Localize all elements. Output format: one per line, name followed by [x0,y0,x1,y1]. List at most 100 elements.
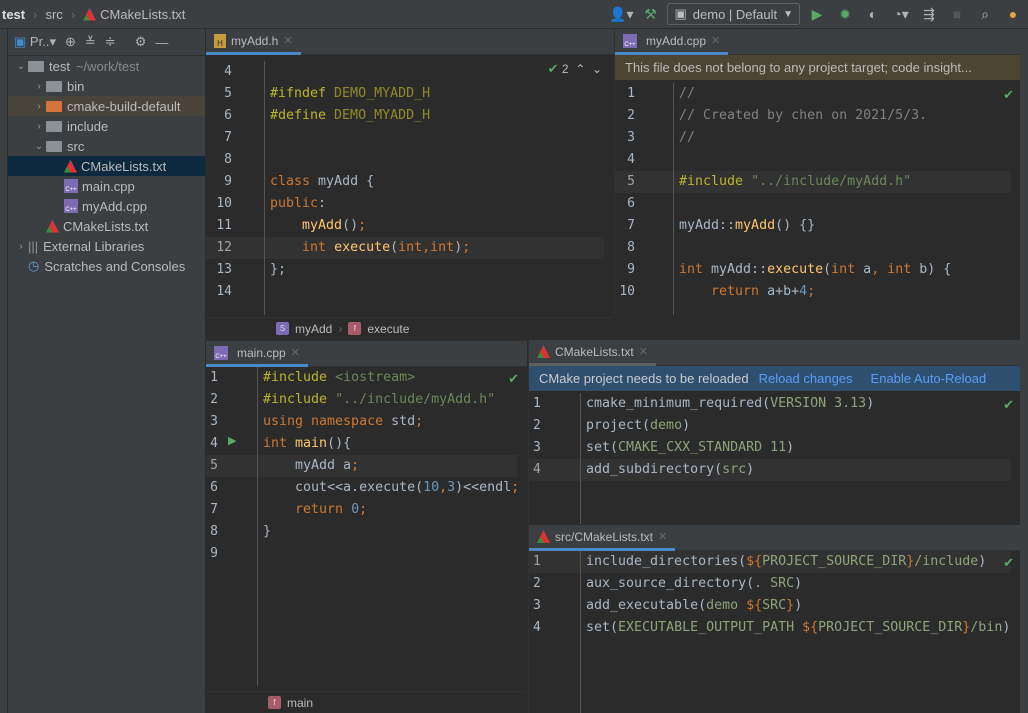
stop-icon[interactable]: ■ [946,3,968,25]
tree-item-label: myAdd.cpp [82,198,148,214]
right-tool-strip[interactable] [1020,29,1028,713]
tree-item[interactable]: › include [8,116,205,136]
code-token: ${ [802,620,819,635]
hide-icon[interactable]: — [155,35,168,50]
gutter-divider [264,61,265,315]
gutter-divider [580,393,581,524]
tree-item[interactable]: ⌄ test ~/work/test [8,56,205,76]
tree-item[interactable]: C++ myAdd.cpp [8,196,205,216]
chevron-right-icon[interactable]: › [14,241,28,252]
code-token: : [318,196,327,211]
code-line: myAdd::myAdd() {} [615,215,1011,237]
line-number: 13 [216,262,232,277]
code-token: SRC [762,598,787,613]
breadcrumb-function[interactable]: execute [367,322,409,336]
code-area[interactable]: #ifndef DEMO_MYADD_H #define DEMO_MYADD_H… [206,61,604,303]
code-area[interactable]: include_directories(${PROJECT_SOURCE_DIR… [529,551,1011,639]
chevron-down-icon[interactable]: ⌄ [14,61,28,72]
code-token: ) [786,440,795,455]
breadcrumb-function[interactable]: main [287,696,313,710]
line-number: 8 [210,524,218,539]
code-token: } [786,598,795,613]
line-number: 7 [210,502,218,517]
line-number: 3 [533,598,541,613]
gear-icon[interactable]: ⚙ [135,34,147,50]
code-line: add_subdirectory(src) [529,459,1011,481]
coverage-icon[interactable]: ◐ [862,3,884,25]
code-token: #define [270,108,335,123]
code-line: add_executable(demo ${SRC}) [529,595,1011,617]
crumb-file[interactable]: CMakeLists.txt [100,7,185,22]
folder-icon [46,80,62,92]
tree-item[interactable]: › ||| External Libraries [8,236,205,256]
code-token: ; [415,414,424,429]
breadcrumb-class[interactable]: myAdd [295,322,332,336]
debug-icon[interactable]: ✹ [834,3,856,25]
chevron-right-icon[interactable]: › [32,81,46,92]
breadcrumb: test › src › CMakeLists.txt [2,6,186,22]
crumb-src[interactable]: src [45,7,62,22]
line-number: 6 [627,196,635,211]
breadcrumb-bar: f main [206,691,527,713]
code-area[interactable]: // // Created by chen on 2021/5/3. // #incl… [615,83,1011,303]
tree-item[interactable]: C++ main.cpp [8,176,205,196]
code-token: () [342,218,359,233]
code-token: int [831,262,864,277]
code-token: a [863,262,872,277]
code-token: , [439,480,448,495]
code-token: <iostream> [335,370,416,385]
tree-item[interactable]: › cmake-build-default [8,96,205,116]
update-icon[interactable]: ● [1002,3,1024,25]
tree-item[interactable]: CMakeLists.txt [8,216,205,236]
code-token: ; [462,240,471,255]
attach-icon[interactable]: ⇶ [918,3,940,25]
code-token: , [871,262,888,277]
collapse-all-icon[interactable]: ≑ [105,34,116,50]
profile-icon[interactable]: ◔▾ [890,3,912,25]
code-line: // [615,83,1011,105]
code-token: int [887,262,920,277]
locate-icon[interactable]: ⊕ [65,34,76,50]
code-area[interactable]: cmake_minimum_required(VERSION 3.13) proj… [529,393,1011,481]
code-token: ${ [746,598,763,613]
code-token: myAdd a [263,458,352,473]
project-view-select[interactable]: ▣ Pr..▾ [14,34,56,50]
expand-all-icon[interactable]: ≚ [85,34,96,50]
run-gutter-icon[interactable]: ▶ [228,434,236,447]
left-tool-strip[interactable] [0,29,8,713]
search-icon[interactable]: ⌕ [974,3,996,25]
line-number: 5 [627,174,635,189]
chevron-right-icon[interactable]: › [32,101,46,112]
build-hammer-icon[interactable]: ⚒ [639,3,661,25]
code-line: myAdd a; [206,455,517,477]
code-line: #include "../include/myAdd.h" [206,389,517,411]
code-token: myAdd [302,218,343,233]
user-icon[interactable]: 👤▾ [609,3,633,25]
code-token: myAdd:: [711,262,768,277]
code-token: ; [358,218,367,233]
project-tree: ⌄ test ~/work/test › bin › cmake-build-default… [8,56,205,276]
tree-item[interactable]: CMakeLists.txt [8,156,205,176]
tree-item[interactable]: ⌄ src [8,136,205,156]
editor-src-cmakelists: src/CMakeLists.txt ✕ include_directories(… [528,525,1020,713]
chevron-down-icon[interactable]: ⌄ [32,141,46,152]
code-line: int main(){ [206,433,517,455]
code-token: int [398,240,423,255]
code-token: PROJECT_SOURCE_DIR [762,554,907,569]
code-token: project( [586,418,651,433]
tree-item[interactable]: ◷ Scratches and Consoles [8,256,205,276]
crumb-project[interactable]: test [2,7,25,22]
line-numbers: 4 5 6 7 8 9 10 11 12 13 14 [206,61,232,303]
chevron-right-icon[interactable]: › [32,121,46,132]
tree-item[interactable]: › bin [8,76,205,96]
run-icon[interactable]: ▶ [806,3,828,25]
check-icon: ✔ [1003,555,1014,570]
code-area[interactable]: #include <iostream> #include "../include/… [206,367,519,565]
run-configuration-select[interactable]: ▣ demo | Default ▼ [667,3,800,25]
editor-myadd-cpp: C++ myAdd.cpp ✕ This file does not belong … [614,29,1020,315]
code-token: ) [794,576,803,591]
